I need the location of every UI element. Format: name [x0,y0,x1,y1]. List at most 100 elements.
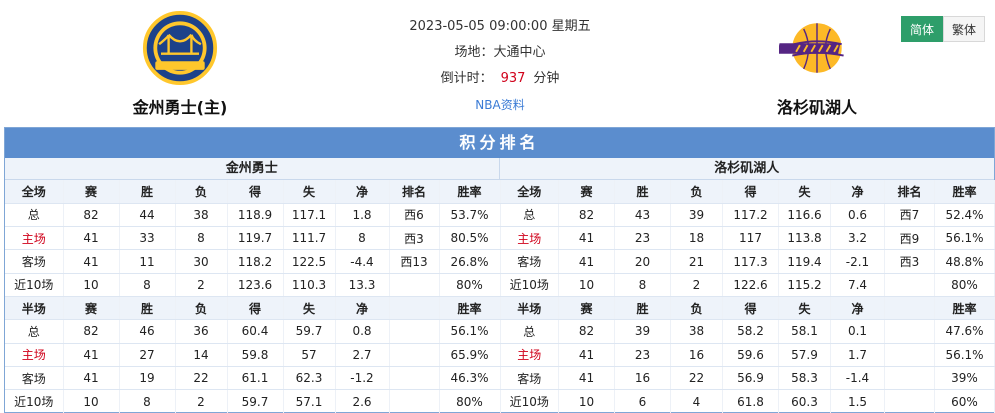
row-label: 客场 [5,249,64,274]
table-cell: 82 [558,203,615,228]
table-cell: 6 [614,389,671,413]
column-header: 胜 [614,180,671,204]
table-cell: 118.9 [227,203,284,228]
table-cell: 82 [558,319,615,344]
table-cell: 60.4 [227,319,284,344]
lang-traditional-button[interactable]: 繁体 [943,16,985,42]
row-label: 近10场 [5,389,64,413]
table-cell: 13.3 [335,273,390,297]
column-header: 赛 [558,296,615,321]
column-header: 净 [830,296,885,321]
table-cell: 41 [558,343,615,367]
table-cell: 46 [119,319,176,344]
table-row: 总 82 39 38 58.2 58.1 0.1 47.6% [500,319,995,344]
column-header: 胜率 [439,180,501,204]
lang-simplified-button[interactable]: 简体 [901,16,943,42]
table-cell: 82 [63,319,120,344]
table-row: 总 82 46 36 60.4 59.7 0.8 56.1% [5,319,501,344]
table-cell: 56.9 [722,366,779,391]
table-cell: 1.8 [335,203,390,228]
standings-tables: 全场赛胜负得失净排名 胜率总 82 44 38 118.9 117.1 1.8 西6 53.7% 主… [5,180,995,413]
table-cell: 11 [119,249,176,274]
table-cell: 3.2 [830,226,885,251]
row-label: 总 [500,319,559,344]
table-cell: 21 [670,249,723,274]
table-cell [389,273,440,297]
row-label: 客场 [500,249,559,274]
column-header: 排名 [389,180,440,204]
table-row: 近10场 10 6 4 61.8 60.3 1.5 60% [500,389,995,413]
table-cell: 1.5 [830,389,885,413]
table-cell: 122.5 [283,249,336,274]
table-cell: 60% [934,389,995,413]
table-cell: 61.8 [722,389,779,413]
column-header: 胜率 [934,180,995,204]
table-row: 主场 41 23 18 117 113.8 3.2 西9 56.1% [500,226,995,251]
table-row: 主场 41 33 8 119.7 111.7 8 西3 80.5% [5,226,501,251]
table-cell: 39% [934,366,995,391]
table-cell: 36 [175,319,228,344]
table-cell: 53.7% [439,203,501,228]
nba-data-link[interactable]: NBA资料 [380,92,620,118]
table-cell: 57.1 [283,389,336,413]
away-team-name: 洛杉矶湖人 [776,98,857,117]
table-cell: 20 [614,249,671,274]
table-cell: 10 [558,273,615,297]
table-cell: 57 [283,343,336,367]
match-header: 金州勇士(主) 2023-05-05 09:00:00 星期五 场地：大通中心 … [0,0,995,127]
countdown-value: 937 [500,71,526,86]
table-cell [389,389,440,413]
table-cell [389,343,440,367]
table-cell: 2 [670,273,723,297]
row-label: 总 [500,203,559,228]
warriors-logo-icon [142,10,218,86]
away-team-block[interactable]: 洛杉矶湖人 [752,10,882,118]
table-cell: 59.8 [227,343,284,367]
table-cell: 41 [558,249,615,274]
home-team-block[interactable]: 金州勇士(主) [115,10,245,118]
match-datetime: 2023-05-05 09:00:00 星期五 [409,19,591,34]
table-cell: 111.7 [283,226,336,251]
table-cell: 西3 [389,226,440,251]
table-cell: 61.1 [227,366,284,391]
match-venue: 场地：大通中心 [454,45,546,60]
table-cell: 2.7 [335,343,390,367]
table-cell: 33 [119,226,176,251]
column-header: 失 [283,180,336,204]
table-cell: 56.1% [934,226,995,251]
table-cell: 10 [63,273,120,297]
table-cell: -1.4 [830,366,885,391]
table-cell: 59.6 [722,343,779,367]
column-header: 净 [830,180,885,204]
column-header: 胜 [119,180,176,204]
table-cell: 38 [175,203,228,228]
home-team-name: 金州勇士(主) [132,98,228,117]
table-cell: 18 [670,226,723,251]
column-header: 赛 [63,296,120,321]
table-cell: 113.8 [778,226,831,251]
table-cell [884,343,935,367]
column-header: 全场 [5,180,64,204]
table-cell: 110.3 [283,273,336,297]
table-cell: 58.3 [778,366,831,391]
table-cell: 41 [558,226,615,251]
table-cell: 西6 [389,203,440,228]
standings-panel: 积分排名 金州勇士 洛杉矶湖人 全场赛胜负得失净排名 胜率总 82 44 38 118.9… [4,127,995,413]
column-header: 半场 [500,296,559,321]
table-cell [389,366,440,391]
table-cell: 62.3 [283,366,336,391]
column-header [884,296,935,321]
table-row: 主场 41 23 16 59.6 57.9 1.7 56.1% [500,343,995,367]
table-cell: 16 [670,343,723,367]
table-cell: 56.1% [934,343,995,367]
standings-header-row: 半场赛胜负得失净 胜率 [500,296,995,321]
column-header: 负 [670,296,723,321]
table-cell [389,319,440,344]
row-label: 近10场 [5,273,64,297]
table-cell: 8 [335,226,390,251]
table-cell: 117.2 [722,203,779,228]
column-header: 全场 [500,180,559,204]
table-cell: 10 [63,389,120,413]
table-cell: 123.6 [227,273,284,297]
match-countdown: 倒计时： 937 分钟 [380,66,620,92]
